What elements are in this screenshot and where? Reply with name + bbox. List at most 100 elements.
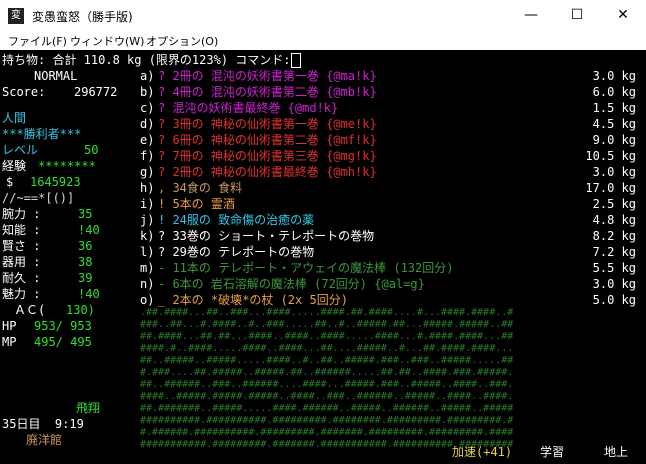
day-time: 35日目 9:19 [2, 417, 84, 431]
inventory-item[interactable]: g)? 2冊の 神秘の仙術書最終巻 {@mh!k} 3.0 kg [140, 164, 640, 180]
inventory-slot: h) [140, 181, 155, 195]
inventory-slot: i) [140, 197, 155, 211]
stat-chr-value: !40 [78, 287, 100, 301]
stat-wis-label: 賢さ : [2, 239, 41, 253]
menu-file[interactable]: ファイル(F) [8, 33, 67, 49]
inventory-item-weight: 2.5 kg [592, 197, 636, 211]
inventory-header: 持ち物: 合計 110.8 kg (限界の123%) コマンド: [2, 52, 301, 68]
inventory-slot: m) [140, 261, 155, 275]
inventory-item[interactable]: b)? 4冊の 混沌の妖術書第二巻 {@mb!k} 6.0 kg [140, 84, 640, 100]
map-row: .##.####...##..###...####.....####.##.##… [140, 307, 514, 318]
study-status: 学習 [540, 445, 565, 459]
inventory-item-weight: 7.2 kg [592, 245, 636, 259]
inventory-item[interactable]: f)? 7冊の 神秘の仙術書第三巻 {@mg!k} 10.5 kg [140, 148, 640, 164]
map-row: #.###....##.#####..#####.##..######.....… [140, 367, 514, 378]
game-screen[interactable]: 持ち物: 合計 110.8 kg (限界の123%) コマンド: NORMAL … [0, 50, 646, 464]
level-label: レベル [2, 143, 39, 157]
inventory-item[interactable]: n) - 6本の 岩石溶解の魔法棒 (72回分) {@al=g} 3.0 kg [140, 276, 640, 292]
inventory-item-name: ? 6冊の 神秘の仙術書第二巻 {@mf!k} [158, 133, 377, 147]
inventory-item[interactable]: o) _ 2本の *破壊*の杖 (2x 5回分) 5.0 kg [140, 292, 640, 308]
inventory-item-weight: 5.5 kg [592, 261, 636, 275]
map-row: ####.#..####.....####..####...##....####… [140, 343, 514, 354]
stat-str-label: 腕力 : [2, 207, 41, 221]
map-row: ####..#####.#####.#####..####..###..####… [140, 391, 514, 402]
inventory-item-weight: 17.0 kg [585, 181, 636, 195]
inventory-item-weight: 3.0 kg [592, 165, 636, 179]
score-value: 296772 [74, 85, 118, 99]
stat-dex-label: 器用 : [2, 255, 41, 269]
menu-options[interactable]: オプション(O) [146, 33, 218, 49]
exp-value: ******** [38, 159, 96, 173]
map-row: ##..######..###..######....####...#####.… [140, 379, 514, 390]
inventory-item[interactable]: d)? 3冊の 神秘の仙術書第一巻 {@me!k} 4.5 kg [140, 116, 640, 132]
inventory-item-name: ? 29巻の テレポートの巻物 [158, 245, 315, 259]
level-value: 50 [84, 143, 99, 157]
maximize-button[interactable]: ☐ [554, 0, 600, 30]
inventory-item-name: ? 2冊の 神秘の仙術書最終巻 {@mh!k} [158, 165, 377, 179]
inventory-item-weight: 4.5 kg [592, 117, 636, 131]
stat-chr-label: 魅力 : [2, 287, 41, 301]
inventory-item-weight: 1.5 kg [592, 101, 636, 115]
equipment-line: //~==*[()] [2, 191, 75, 205]
window-title: 変愚蛮怒（勝手版) [32, 10, 133, 24]
inventory-item[interactable]: k)? 33巻の ショート・テレポートの巻物 8.2 kg [140, 228, 640, 244]
stat-con-value: 39 [78, 271, 93, 285]
minimize-button[interactable]: — [508, 0, 554, 30]
inventory-item-weight: 8.2 kg [592, 229, 636, 243]
inventory-item[interactable]: c)? 混沌の妖術書最終巻 {@md!k} 1.5 kg [140, 100, 640, 116]
inventory-item-weight: 4.8 kg [592, 213, 636, 227]
app-icon: 変 [8, 8, 24, 24]
inventory-slot: b) [140, 85, 155, 99]
inventory-item[interactable]: j)! 24服の 致命傷の治癒の薬 4.8 kg [140, 212, 640, 228]
inventory-item-name: ? 7冊の 神秘の仙術書第三巻 {@mg!k} [158, 149, 377, 163]
inventory-slot: n) [140, 277, 155, 291]
inventory-item-name: - 11本の テレポート・アウェイの魔法棒 (132回分) [158, 261, 454, 275]
inventory-item[interactable]: a)? 2冊の 混沌の妖術書第一巻 {@ma!k} 3.0 kg [140, 68, 640, 84]
gold-label: $ [6, 175, 14, 189]
gold-value: 1645923 [30, 175, 81, 189]
app-window: 変 変愚蛮怒（勝手版) — ☐ ✕ ファイル(F) ウィンドウ(W) オプション… [0, 0, 646, 464]
inventory-item-weight: 9.0 kg [592, 133, 636, 147]
menu-window[interactable]: ウィンドウ(W) [70, 33, 144, 49]
game-mode: NORMAL [34, 69, 78, 83]
map-row: #.######.##########.#########.#######.##… [140, 427, 514, 438]
score-label: Score: [2, 85, 46, 99]
dungeon-map: .##.####...##..###...####.....####.##.##… [140, 307, 620, 451]
stat-str-value: 35 [78, 207, 93, 221]
stat-wis-value: 36 [78, 239, 93, 253]
mp-value: 495/ 495 [34, 335, 92, 349]
hp-label: HP [2, 319, 17, 333]
inventory-item-name: ! 5本の 霊酒 [158, 197, 235, 211]
inventory-slot: o) [140, 293, 155, 307]
inventory-item-name: - 6本の 岩石溶解の魔法棒 (72回分) {@al=g} [158, 277, 425, 291]
inventory-item[interactable]: e)? 6冊の 神秘の仙術書第二巻 {@mf!k} 9.0 kg [140, 132, 640, 148]
depth-status: 地上 [604, 445, 629, 459]
inventory-item-weight: 6.0 kg [592, 85, 636, 99]
inventory-item[interactable]: h), 34食の 食料 17.0 kg [140, 180, 640, 196]
race: 人間 [2, 111, 27, 125]
menu-bar: ファイル(F) ウィンドウ(W) オプション(O) [0, 30, 646, 50]
inventory-slot: f) [140, 149, 155, 163]
inventory-slot: g) [140, 165, 155, 179]
inventory-item-weight: 3.0 kg [592, 277, 636, 291]
inventory-item[interactable]: m) - 11本の テレポート・アウェイの魔法棒 (132回分) 5.5 kg [140, 260, 640, 276]
map-row: ##########.##########.#########.########… [140, 415, 514, 426]
close-button[interactable]: ✕ [600, 0, 646, 30]
mp-label: MP [2, 335, 17, 349]
inventory-slot: j) [140, 213, 155, 227]
title-bar[interactable]: 変 変愚蛮怒（勝手版) — ☐ ✕ [0, 0, 646, 30]
ac-label: ＡＣ( [14, 303, 46, 317]
inventory-item-name: ? 混沌の妖術書最終巻 {@md!k} [158, 101, 339, 115]
inventory-item-name: , 34食の 食料 [158, 181, 243, 195]
inventory-item[interactable]: l)? 29巻の テレポートの巻物 7.2 kg [140, 244, 640, 260]
map-row: ##.#######..#####.....####.######..#####… [140, 403, 514, 414]
ac-value: 130) [66, 303, 95, 317]
inventory-slot: d) [140, 117, 155, 131]
map-row: ##.####...##.##...####..####..####.....#… [140, 331, 514, 342]
inventory-slot: c) [140, 101, 155, 115]
inventory-slot: a) [140, 69, 155, 83]
speed-status: 加速(+41) [452, 445, 513, 459]
inventory-item-weight: 10.5 kg [585, 149, 636, 163]
inventory-item[interactable]: i)! 5本の 霊酒 2.5 kg [140, 196, 640, 212]
inventory-item-name: ? 33巻の ショート・テレポートの巻物 [158, 229, 375, 243]
